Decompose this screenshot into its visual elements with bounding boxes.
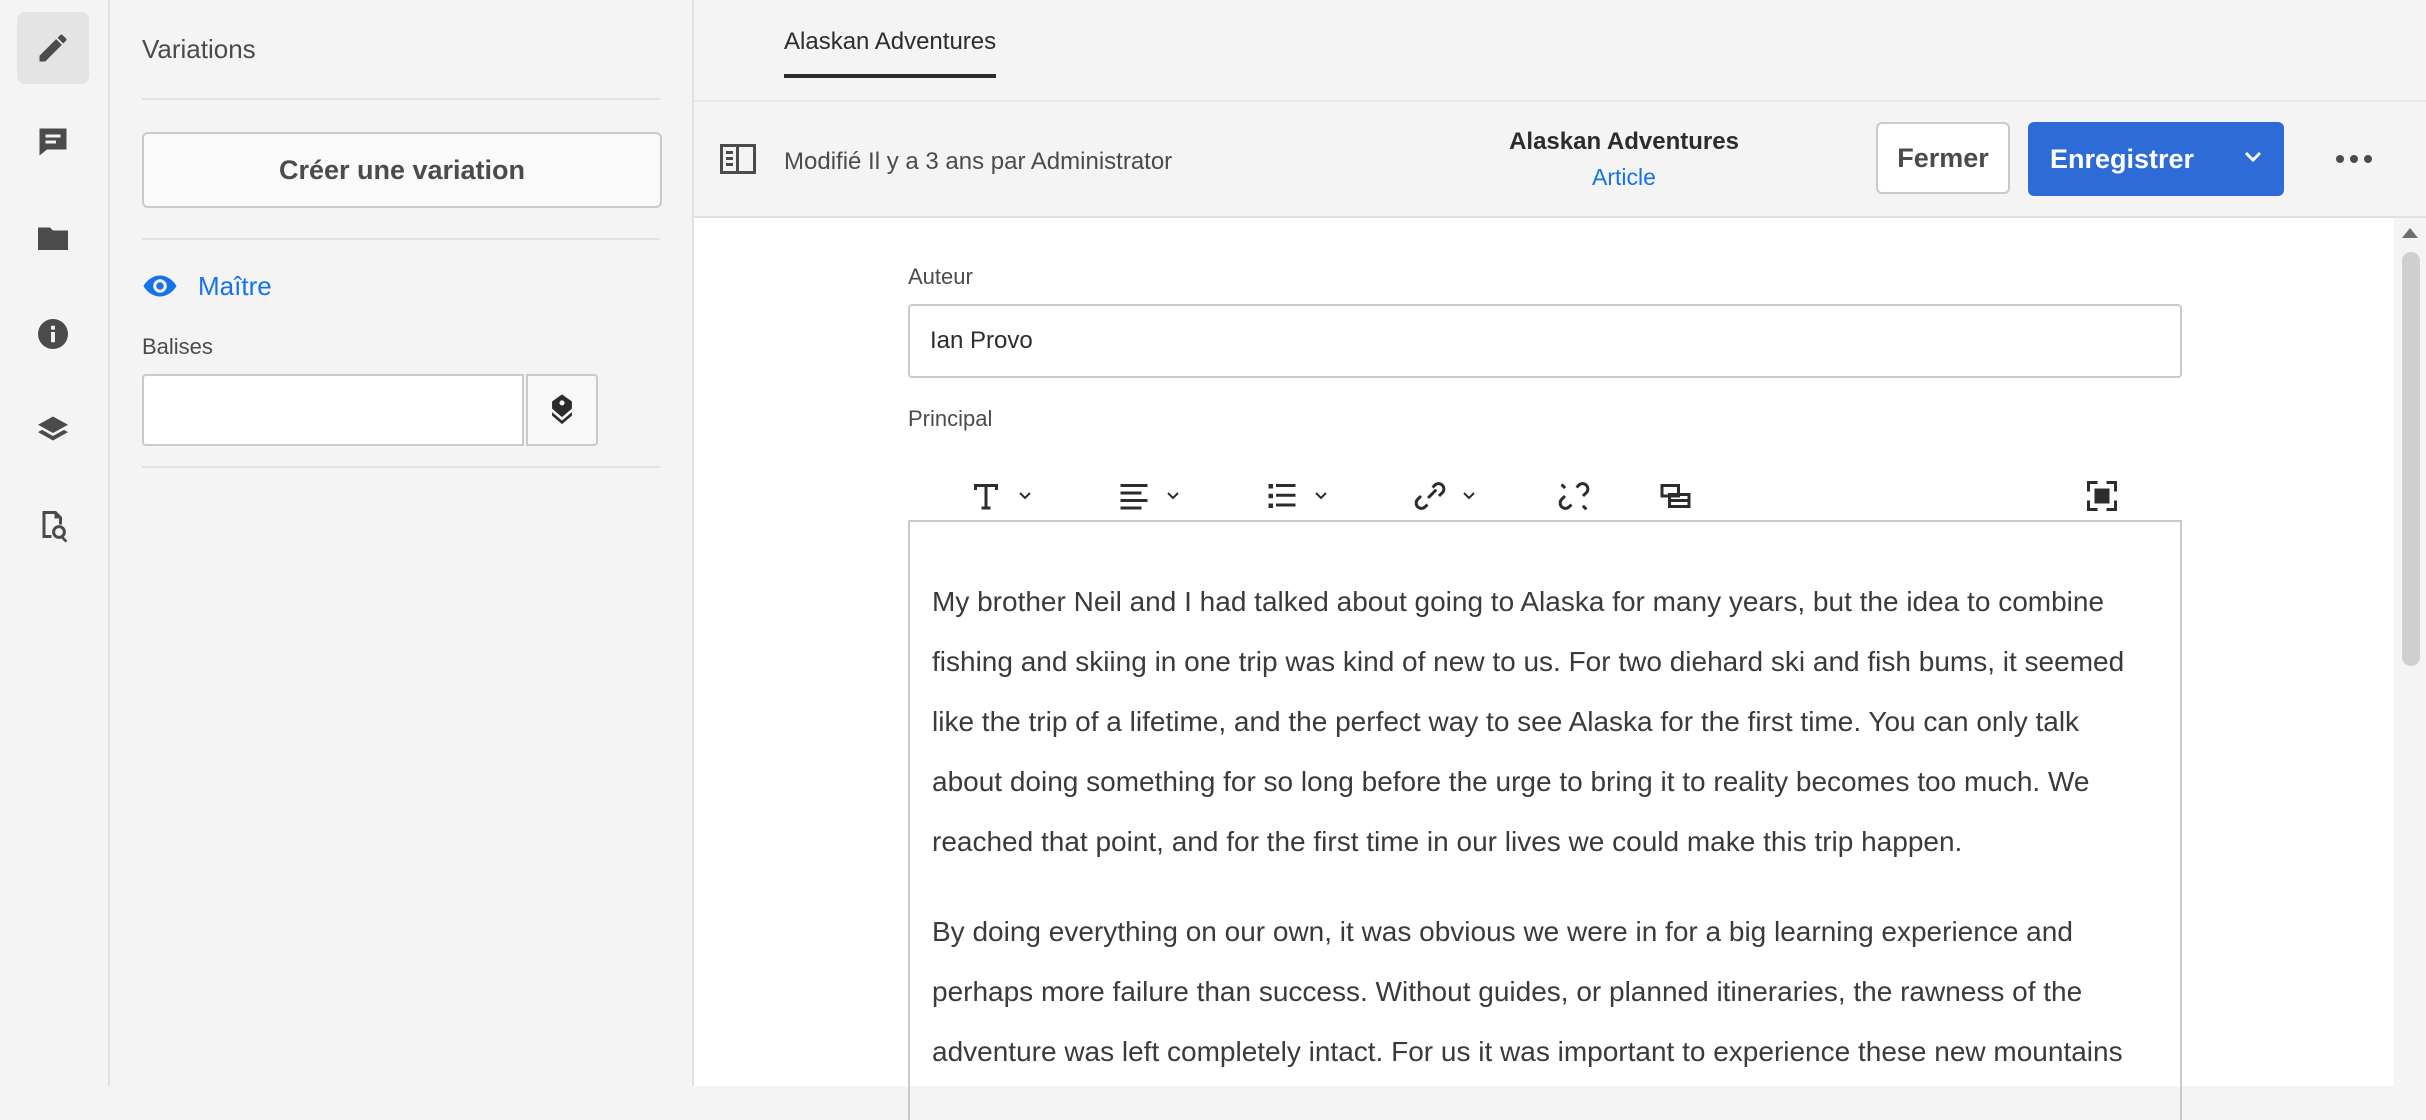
insert-asset-icon [1660,484,1691,508]
tab-alaskan-adventures[interactable]: Alaskan Adventures [784,28,997,78]
link-icon [1414,482,1446,510]
unlink-icon [1558,482,1590,511]
divider [142,238,660,240]
vertical-scrollbar[interactable] [2394,218,2426,1086]
info-icon [38,319,68,349]
master-label: Maître [198,270,272,301]
text-line: reached that point, and for the first ti… [932,826,1963,857]
text-line: perhaps more failure than success. Witho… [932,976,2083,1007]
edit-button[interactable] [17,12,89,84]
tab-bar: Alaskan Adventures [694,0,2426,102]
chevron-down-icon [1019,492,1031,500]
main-area: Alaskan Adventures Modifié Il y a 3 ans … [694,0,2426,1120]
main-label: Principal [908,406,993,431]
fragment-title-block: Alaskan Adventures Article [1454,128,1794,191]
align-icon [1120,484,1148,510]
eye-icon [143,275,177,297]
tag-icon [552,394,572,425]
panel-title: Variations [142,34,256,64]
save-button[interactable]: Enregistrer [2028,122,2284,196]
folder-button[interactable] [17,202,89,274]
tag-picker-button[interactable] [526,374,598,446]
annotations-button[interactable] [17,106,89,178]
author-label: Auteur [908,264,973,289]
structure-button[interactable] [17,394,89,466]
rich-text-editor[interactable]: My brother Neil and I had talked about g… [908,520,2182,1120]
references-button[interactable] [17,490,89,562]
fragment-title: Alaskan Adventures [1509,128,1739,155]
tags-input[interactable] [142,374,524,446]
editor-content: Auteur Ian Provo Principal My brother Ne… [694,218,2394,1120]
chevron-down-icon[interactable] [2244,150,2262,164]
justify-button[interactable] [1116,478,1180,514]
master-variation-item[interactable]: Maître [142,268,272,304]
link-button[interactable] [1412,478,1476,514]
text-line: By doing everything on our own, it was o… [932,916,2073,947]
paragraph: By doing everything on our own, it was o… [932,902,2160,1082]
modified-info: Modifié Il y a 3 ans par Administrator [784,148,1173,175]
left-rail [0,0,110,1086]
list-icon [1268,484,1296,508]
more-actions-button[interactable] [2336,144,2376,174]
fragment-model-link[interactable]: Article [1454,164,1794,191]
insert-asset-button[interactable] [1656,478,1692,514]
asset-search-icon [42,511,68,543]
variations-panel: Variations Créer une variation Maître Ba… [110,0,694,1086]
scroll-up-arrow-icon[interactable] [2402,228,2418,238]
save-label: Enregistrer [2050,143,2195,174]
side-panel-toggle-icon[interactable] [720,144,756,174]
dot [2350,155,2358,163]
close-button[interactable]: Fermer [1876,122,2010,194]
text-line: like the trip of a lifetime, and the per… [932,706,2080,737]
divider [142,466,660,468]
pencil-icon [39,34,67,62]
text-line: about doing something for so long before… [932,766,2090,797]
author-field[interactable]: Ian Provo [908,304,2182,378]
scroll-thumb[interactable] [2402,252,2420,666]
text-line: fishing and skiing in one trip was kind … [932,646,2125,677]
info-button[interactable] [17,298,89,370]
text-format-icon [974,484,998,510]
create-variation-button[interactable]: Créer une variation [142,132,662,208]
text-line: My brother Neil and I had talked about g… [932,586,2105,617]
chevron-down-icon [1167,492,1179,500]
editor-header: Modifié Il y a 3 ans par Administrator A… [694,104,2426,218]
dot [2336,155,2344,163]
fullscreen-icon [2087,481,2117,511]
divider [142,98,660,100]
chevron-down-icon [1315,492,1327,500]
paragraph-format-button[interactable] [968,478,1032,514]
layers-icon [38,416,68,441]
dot [2364,155,2372,163]
text-line: adventure was left completely intact. Fo… [932,1036,2123,1067]
unlink-button[interactable] [1556,478,1592,514]
comment-icon [39,128,67,156]
chevron-down-icon [1463,492,1475,500]
fullscreen-button[interactable] [2084,478,2120,514]
list-button[interactable] [1264,478,1328,514]
folder-icon [38,227,68,250]
paragraph: My brother Neil and I had talked about g… [932,572,2160,872]
tags-label: Balises [142,334,213,359]
